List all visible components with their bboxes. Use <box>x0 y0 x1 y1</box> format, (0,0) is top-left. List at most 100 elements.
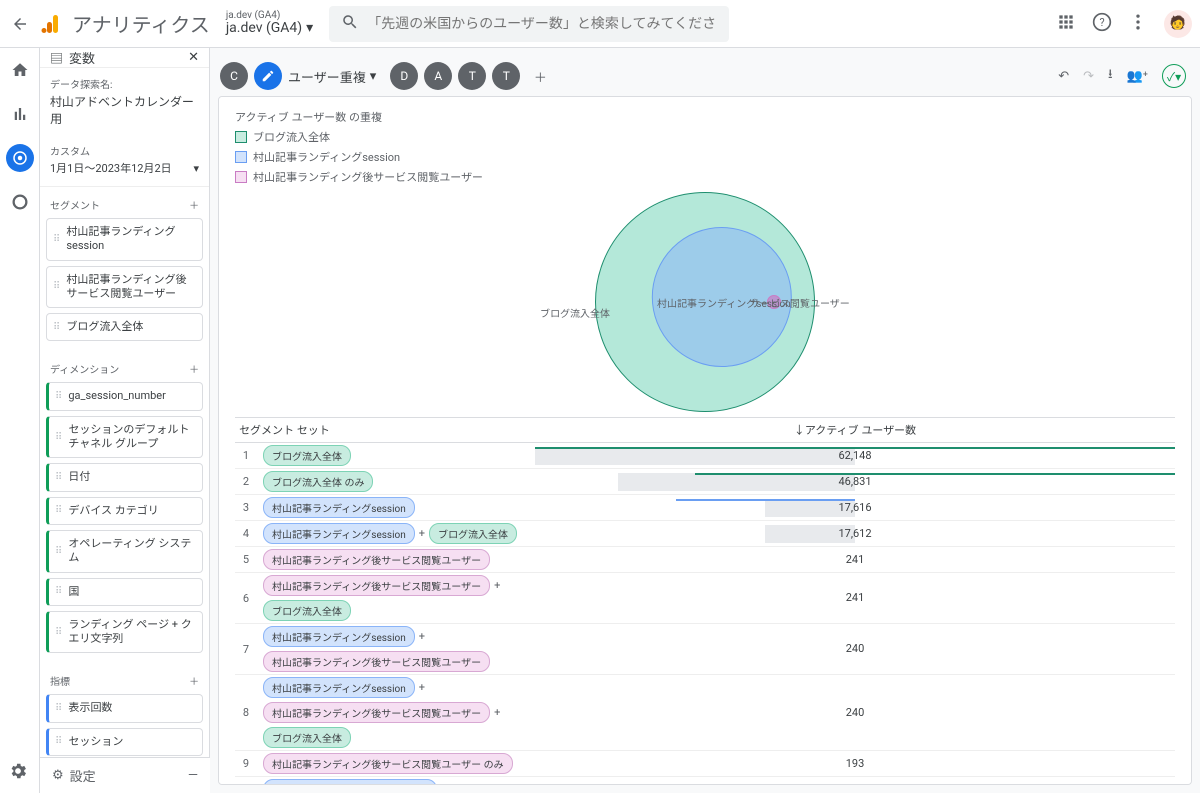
table-row[interactable]: 8村山記事ランディングsession+村山記事ランディング後サービス閲覧ユーザー… <box>235 675 1175 751</box>
row-segments: ブログ流入全体 のみ <box>257 471 535 492</box>
chevron-down-icon: ▾ <box>306 21 313 36</box>
property-selector[interactable]: ja.dev (GA4) ja.dev (GA4)▾ <box>226 10 313 36</box>
search-box[interactable] <box>329 6 729 42</box>
more-icon[interactable] <box>1128 12 1148 36</box>
row-value-cell: 241 <box>535 551 1175 569</box>
tab-active-label[interactable]: ユーザー重複▾ <box>288 67 376 86</box>
metric-chip[interactable]: ⠿ 表示回数 <box>46 694 203 722</box>
add-segment-button[interactable]: ＋ <box>189 197 199 212</box>
legend-swatch <box>235 151 247 163</box>
segment-set-chip: 村山記事ランディングsession <box>263 677 415 698</box>
download-button[interactable]: ⭳ <box>1108 65 1113 87</box>
drag-handle-icon: ⠿ <box>55 735 62 748</box>
dimension-chip[interactable]: ⠿ga_session_number <box>46 382 203 410</box>
row-index: 10 <box>235 783 257 785</box>
tab-settings-bar[interactable]: ⚙設定 — <box>40 757 210 793</box>
search-input[interactable] <box>367 16 717 32</box>
legend-item[interactable]: ブログ流入全体 <box>235 127 1175 147</box>
legend-swatch <box>235 171 247 183</box>
metric-chip[interactable]: ⠿セッション <box>46 728 203 756</box>
table-row[interactable]: 9村山記事ランディング後サービス閲覧ユーザー のみ193 <box>235 751 1175 777</box>
dimension-chip[interactable]: ⠿オペレーティング システム <box>46 530 203 573</box>
row-value-cell: 46,831 <box>535 473 1175 491</box>
row-segments: 村山記事ランディング後サービス閲覧ユーザー <box>257 549 535 570</box>
segment-set-chip: 村山記事ランディング後サービス閲覧ユーザー <box>263 575 490 596</box>
help-icon[interactable]: ? <box>1092 12 1112 36</box>
dimension-label: ランディング ページ + クエリ文字列 <box>68 618 196 647</box>
table-row[interactable]: 3村山記事ランディングsession17,616 <box>235 495 1175 521</box>
nav-reports[interactable] <box>6 100 34 128</box>
collapse-icon[interactable]: — <box>188 768 198 783</box>
row-value: 241 <box>535 551 1175 569</box>
dimension-chip[interactable]: ⠿日付 <box>46 463 203 491</box>
data-table: セグメント セット ↓アクティブ ユーザー数 1ブログ流入全体62,1482ブロ… <box>235 417 1175 785</box>
drag-handle-icon: ⠿ <box>55 471 62 484</box>
tab-active-icon[interactable] <box>254 62 282 90</box>
apps-icon[interactable] <box>1056 12 1076 36</box>
segment-set-chip: ブログ流入全体 <box>263 727 351 748</box>
tab-button[interactable]: T <box>458 62 486 90</box>
segments-label: セグメント <box>50 197 100 212</box>
admin-gear-icon[interactable] <box>8 761 28 785</box>
dimension-label: セッションのデフォルト チャネル グループ <box>68 423 196 452</box>
segment-chip[interactable]: ⠿ブログ流入全体 <box>46 313 203 341</box>
undo-button[interactable]: ↶ <box>1058 69 1069 84</box>
add-dimension-button[interactable]: ＋ <box>189 361 199 376</box>
settings-label: 設定 <box>70 766 96 785</box>
nav-explore[interactable] <box>6 144 34 172</box>
dimension-chip[interactable]: ⠿国 <box>46 578 203 606</box>
row-segments: 村山記事ランディングsession+ブログ流入全体 <box>257 523 535 544</box>
table-head-segset[interactable]: セグメント セット <box>235 422 535 438</box>
tab-button[interactable]: A <box>424 62 452 90</box>
avatar[interactable]: 🧑 <box>1164 10 1192 38</box>
metric-label: 表示回数 <box>68 701 112 715</box>
tab-button[interactable]: C <box>220 62 248 90</box>
legend-item[interactable]: 村山記事ランディング後サービス閲覧ユーザー <box>235 167 1175 187</box>
legend-label: ブログ流入全体 <box>253 129 330 145</box>
table-row[interactable]: 6村山記事ランディング後サービス閲覧ユーザー+ブログ流入全体241 <box>235 573 1175 624</box>
share-button[interactable]: 👥⁺ <box>1127 69 1148 84</box>
segment-set-chip: 村山記事ランディング後サービス閲覧ユーザー <box>263 651 490 672</box>
date-range[interactable]: 1月1日～2023年12月2日▾ <box>40 160 209 187</box>
segment-chip[interactable]: ⠿村山記事ランディング後サービス閲覧ユーザー <box>46 266 203 309</box>
dimension-label: ga_session_number <box>68 389 166 403</box>
table-row[interactable]: 10村山記事ランディングsession のみ7 <box>235 777 1175 785</box>
row-index: 4 <box>235 527 257 540</box>
drag-handle-icon: ⠿ <box>55 702 62 715</box>
table-row[interactable]: 1ブログ流入全体62,148 <box>235 443 1175 469</box>
tab-button[interactable]: D <box>390 62 418 90</box>
tab-button[interactable]: T <box>492 62 520 90</box>
variables-title: 変数 <box>69 48 95 67</box>
back-button[interactable] <box>8 12 32 36</box>
add-tab-button[interactable]: ＋ <box>526 62 554 90</box>
sample-status-button[interactable]: ✓▾ <box>1162 64 1186 88</box>
redo-button[interactable]: ↷ <box>1083 69 1094 84</box>
segment-set-chip: 村山記事ランディングsession <box>263 497 415 518</box>
table-row[interactable]: 7村山記事ランディングsession+村山記事ランディング後サービス閲覧ユーザー… <box>235 624 1175 675</box>
segment-chip[interactable]: ⠿ 村山記事ランディングsession <box>46 218 203 261</box>
table-row[interactable]: 5村山記事ランディング後サービス閲覧ユーザー241 <box>235 547 1175 573</box>
row-segments: 村山記事ランディング後サービス閲覧ユーザー+ブログ流入全体 <box>257 575 535 621</box>
close-icon[interactable]: ✕ <box>188 50 199 65</box>
segment-set-chip: 村山記事ランディングsession のみ <box>263 779 437 785</box>
row-index: 6 <box>235 592 257 605</box>
dimension-chip[interactable]: ⠿ランディング ページ + クエリ文字列 <box>46 611 203 654</box>
legend-item[interactable]: 村山記事ランディングsession <box>235 147 1175 167</box>
explore-name[interactable]: 村山アドベントカレンダー用 <box>40 93 209 135</box>
segment-label: 村山記事ランディングsession <box>66 225 196 254</box>
svg-text:?: ? <box>1099 16 1104 29</box>
drag-handle-icon: ⠿ <box>53 233 60 246</box>
nav-advertising[interactable] <box>6 188 34 216</box>
add-metric-button[interactable]: ＋ <box>189 673 199 688</box>
segment-set-chip: ブログ流入全体 <box>263 445 351 466</box>
segment-label: ブログ流入全体 <box>66 320 143 334</box>
table-row[interactable]: 2ブログ流入全体 のみ46,831 <box>235 469 1175 495</box>
drag-handle-icon: ⠿ <box>55 545 62 558</box>
table-head-metric[interactable]: ↓アクティブ ユーザー数 <box>535 422 1175 438</box>
dimension-chip[interactable]: ⠿セッションのデフォルト チャネル グループ <box>46 416 203 459</box>
nav-home[interactable] <box>6 56 34 84</box>
dimension-chip[interactable]: ⠿デバイス カテゴリ <box>46 497 203 525</box>
table-row[interactable]: 4村山記事ランディングsession+ブログ流入全体17,612 <box>235 521 1175 547</box>
row-index: 7 <box>235 643 257 656</box>
chevron-down-icon: ▾ <box>370 69 377 84</box>
